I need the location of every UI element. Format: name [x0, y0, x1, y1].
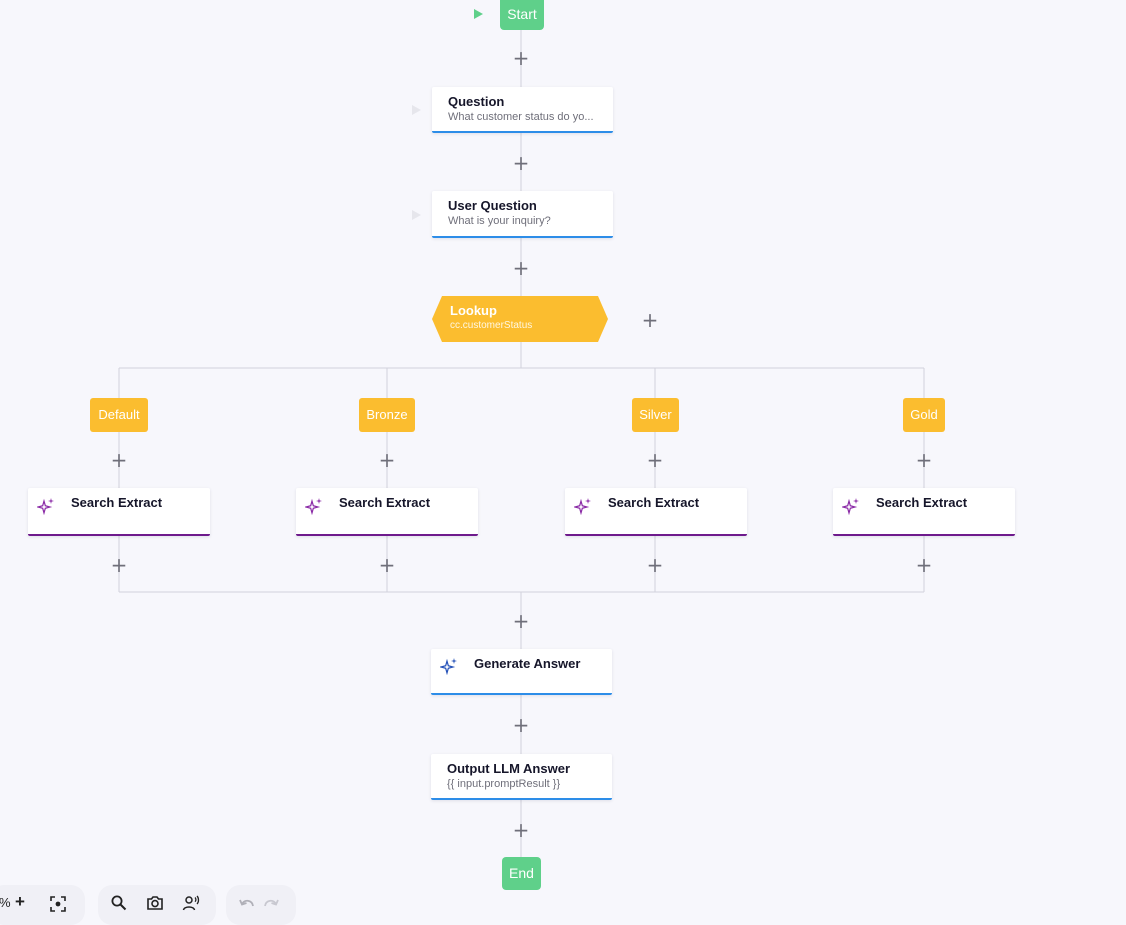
end-label: End — [509, 865, 534, 881]
start-play-icon[interactable] — [474, 9, 483, 19]
undo-icon[interactable] — [238, 896, 256, 914]
add-step-button[interactable]: + — [109, 450, 129, 470]
search-extract-node-default[interactable]: Search Extract — [28, 488, 210, 536]
add-branch-button[interactable]: + — [640, 310, 660, 330]
branch-gold[interactable]: Gold — [903, 398, 945, 432]
search-icon[interactable] — [110, 894, 128, 912]
sparkle-icon — [842, 498, 859, 515]
search-extract-node-silver[interactable]: Search Extract — [565, 488, 747, 536]
start-label: Start — [507, 6, 537, 22]
fit-view-icon[interactable] — [49, 895, 67, 913]
search-extract-node-bronze[interactable]: Search Extract — [296, 488, 478, 536]
sparkle-icon — [305, 498, 322, 515]
user-question-node[interactable]: User Question What is your inquiry? — [432, 191, 613, 238]
branch-label: Gold — [910, 407, 938, 422]
start-node[interactable]: Start — [500, 0, 544, 30]
question-title: Question — [448, 94, 505, 109]
flow-canvas[interactable]: Start + Question What customer status do… — [0, 0, 1126, 911]
redo-icon[interactable] — [262, 896, 280, 914]
sparkle-icon — [440, 658, 457, 675]
branch-label: Default — [98, 407, 140, 422]
add-step-button[interactable]: + — [511, 715, 531, 735]
add-step-button[interactable]: + — [511, 820, 531, 840]
add-step-button[interactable]: + — [645, 450, 665, 470]
generate-answer-title: Generate Answer — [474, 656, 581, 671]
output-llm-answer-node[interactable]: Output LLM Answer {{ input.promptResult … — [431, 754, 612, 800]
sparkle-icon — [574, 498, 591, 515]
zoom-in-button[interactable]: + — [15, 892, 25, 912]
user-question-title: User Question — [448, 198, 537, 213]
generate-answer-node[interactable]: Generate Answer — [431, 649, 612, 695]
search-extract-title: Search Extract — [876, 495, 968, 510]
user-question-subtitle: What is your inquiry? — [448, 215, 551, 227]
lookup-title: Lookup — [450, 303, 497, 318]
branch-bronze[interactable]: Bronze — [359, 398, 415, 432]
end-node[interactable]: End — [502, 857, 541, 890]
output-subtitle: {{ input.promptResult }} — [447, 778, 561, 790]
question-node[interactable]: Question What customer status do yo... — [432, 87, 613, 133]
add-step-button[interactable]: + — [645, 555, 665, 575]
add-step-button[interactable]: + — [109, 555, 129, 575]
add-step-button[interactable]: + — [511, 153, 531, 173]
add-step-button[interactable]: + — [377, 555, 397, 575]
add-step-button[interactable]: + — [511, 258, 531, 278]
branch-default[interactable]: Default — [90, 398, 148, 432]
zoom-toolbar — [0, 885, 85, 925]
history-toolbar — [226, 885, 296, 925]
search-extract-title: Search Extract — [608, 495, 700, 510]
add-step-button[interactable]: + — [914, 450, 934, 470]
add-step-button[interactable]: + — [377, 450, 397, 470]
add-step-button[interactable]: + — [511, 48, 531, 68]
search-extract-title: Search Extract — [339, 495, 431, 510]
search-extract-node-gold[interactable]: Search Extract — [833, 488, 1015, 536]
zoom-percent-fragment: % — [0, 895, 11, 910]
lookup-subtitle: cc.customerStatus — [450, 320, 533, 331]
add-step-button[interactable]: + — [914, 555, 934, 575]
voice-user-icon[interactable] — [182, 894, 200, 912]
question-play-icon[interactable] — [412, 105, 421, 115]
question-subtitle: What customer status do yo... — [448, 111, 594, 123]
output-title: Output LLM Answer — [447, 761, 571, 776]
camera-icon[interactable] — [146, 894, 164, 912]
sparkle-icon — [37, 498, 54, 515]
search-extract-title: Search Extract — [71, 495, 163, 510]
add-step-button[interactable]: + — [511, 611, 531, 631]
user-question-play-icon[interactable] — [412, 210, 421, 220]
lookup-node[interactable]: Lookup cc.customerStatus — [432, 296, 608, 342]
branch-label: Silver — [639, 407, 672, 422]
branch-silver[interactable]: Silver — [632, 398, 679, 432]
branch-label: Bronze — [366, 407, 408, 422]
